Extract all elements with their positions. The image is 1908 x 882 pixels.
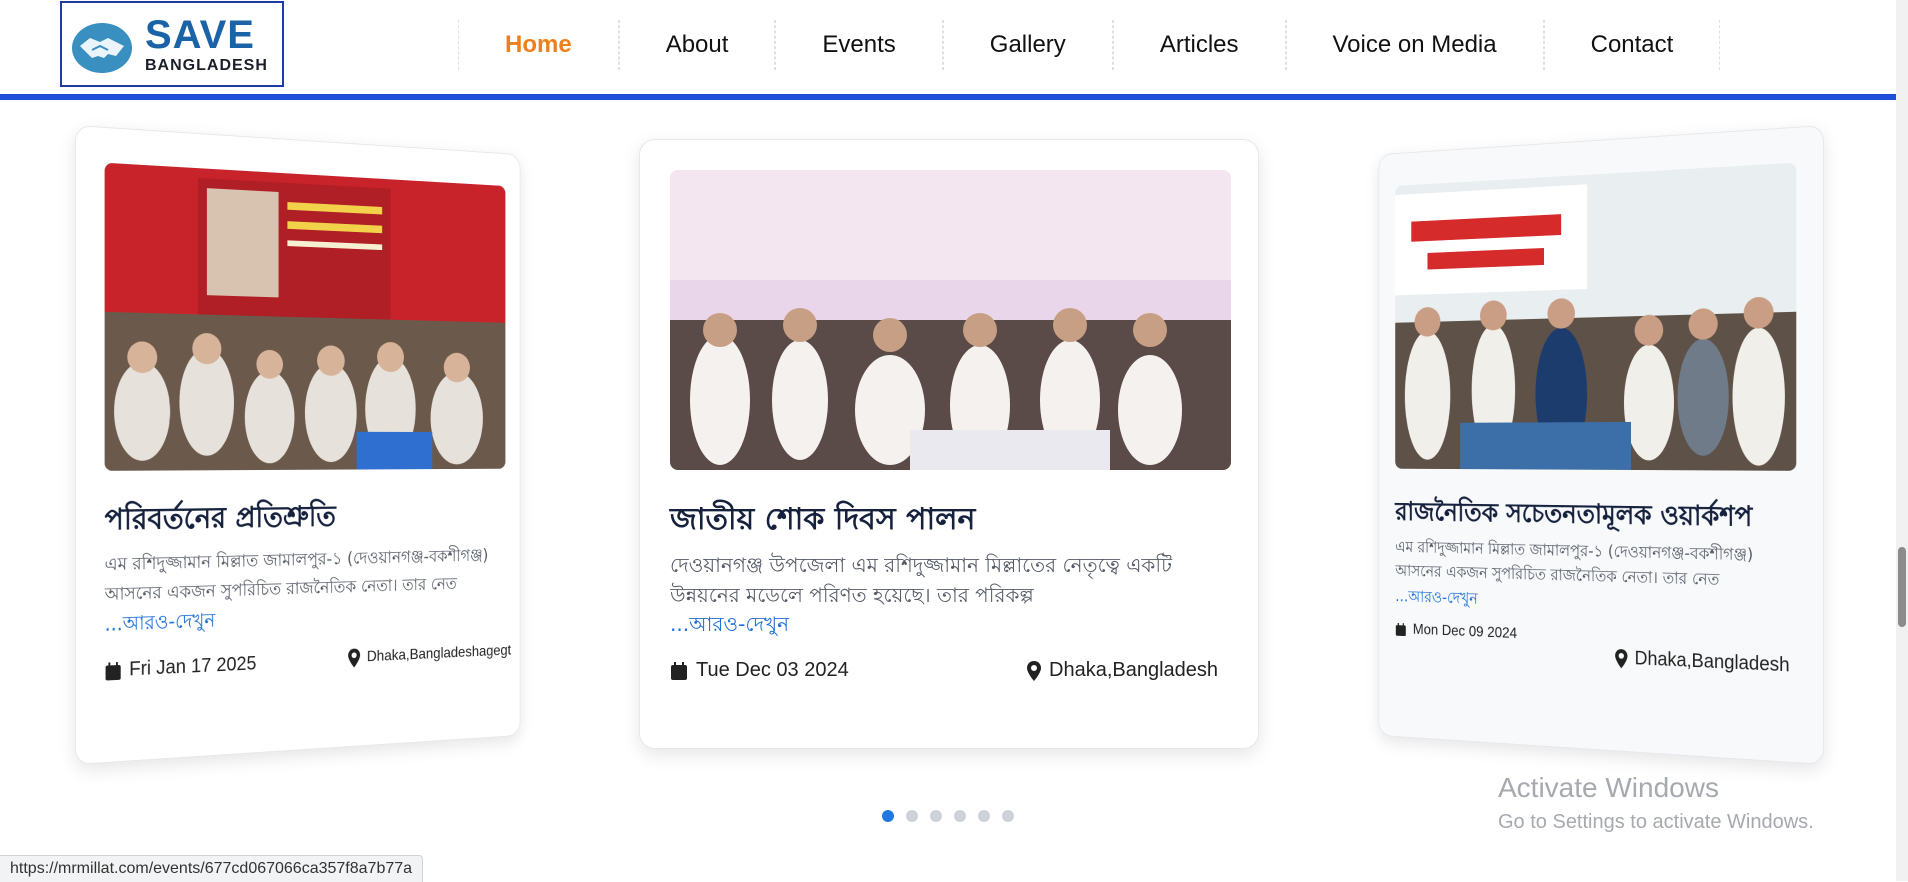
event-description: এম রশিদুজ্জামান মিল্লাত জামালপুর-১ (দেওয… (104, 545, 489, 606)
event-card[interactable]: পরিবর্তনের প্রতিশ্রুতি এম রশিদুজ্জামান ম… (75, 125, 521, 765)
event-title[interactable]: পরিবর্তনের প্রতিশ্রুতি (105, 493, 336, 546)
event-card[interactable]: রাজনৈতিক সচেতনতামূলক ওয়ার্কশপ এম রশিদুজ… (1378, 125, 1824, 765)
event-date: Mon Dec 09 2024 (1395, 621, 1517, 643)
read-more-link[interactable]: ...আরও-দেখুন (1395, 585, 1477, 614)
location-pin-icon (1615, 648, 1628, 669)
scrollbar-thumb[interactable] (1898, 547, 1906, 627)
nav-voice-on-media[interactable]: Voice on Media (1285, 20, 1544, 70)
event-date: Fri Jan 17 2025 (105, 652, 257, 683)
logo-subtitle: BANGLADESH (145, 57, 268, 74)
event-image (104, 162, 506, 471)
carousel-pagination (882, 810, 1014, 822)
carousel-dot[interactable] (954, 810, 966, 822)
carousel-dot[interactable] (930, 810, 942, 822)
location-pin-icon (1027, 660, 1041, 681)
event-location: Dhaka,Bangladeshagegt (348, 642, 511, 668)
read-more-link[interactable]: ...আরও-দেখুন (105, 606, 215, 643)
nav-contact[interactable]: Contact (1543, 20, 1721, 70)
logo-title: SAVE (145, 13, 255, 57)
event-location-text: Dhaka,Bangladesh (1634, 647, 1790, 677)
calendar-icon (1395, 622, 1406, 637)
site-header: SAVE BANGLADESH Home About Events Galler… (0, 0, 1896, 97)
event-location: Dhaka,Bangladesh (1027, 659, 1218, 682)
header-divider (0, 94, 1896, 100)
calendar-icon (105, 661, 121, 681)
event-card[interactable]: জাতীয় শোক দিবস পালন দেওয়ানগঞ্জ উপজেলা … (639, 139, 1259, 749)
site-logo[interactable]: SAVE BANGLADESH (60, 1, 284, 87)
event-location-text: Dhaka,Bangladeshagegt (366, 642, 512, 666)
handshake-icon (72, 23, 132, 73)
carousel-dot[interactable] (978, 810, 990, 822)
event-image (1395, 162, 1797, 471)
nav-articles[interactable]: Articles (1112, 20, 1286, 70)
nav-events[interactable]: Events (775, 20, 943, 70)
calendar-icon (671, 661, 687, 680)
nav-gallery[interactable]: Gallery (942, 20, 1113, 70)
event-date-text: Fri Jan 17 2025 (129, 652, 257, 681)
activation-watermark-subtitle: Go to Settings to activate Windows. (1498, 811, 1814, 833)
carousel-dot[interactable] (1002, 810, 1014, 822)
page-scrollbar[interactable] (1896, 0, 1908, 881)
main-nav: Home About Events Gallery Articles Voice… (458, 20, 1721, 72)
carousel-dot[interactable] (906, 810, 918, 822)
event-title[interactable]: রাজনৈতিক সচেতনতামূলক ওয়ার্কশপ (1395, 492, 1752, 542)
event-title[interactable]: জাতীয় শোক দিবস পালন (670, 495, 975, 546)
event-description: দেওয়ানগঞ্জ উপজেলা এম রশিদুজ্জামান মিল্ল… (670, 553, 1173, 607)
event-image (670, 170, 1231, 470)
link-status-bar: https://mrmillat.com/events/677cd067066c… (0, 855, 424, 882)
event-location-text: Dhaka,Bangladesh (1049, 659, 1219, 681)
nav-home[interactable]: Home (458, 20, 619, 70)
event-date-text: Tue Dec 03 2024 (696, 659, 849, 681)
nav-about[interactable]: About (618, 20, 776, 70)
carousel-dot[interactable] (882, 810, 894, 822)
event-location: Dhaka,Bangladesh (1615, 647, 1790, 677)
read-more-link[interactable]: ...আরও-দেখুন (670, 610, 789, 643)
event-date: Tue Dec 03 2024 (670, 659, 849, 682)
activation-watermark-title: Activate Windows (1498, 772, 1719, 803)
event-date-text: Mon Dec 09 2024 (1412, 621, 1518, 642)
location-pin-icon (348, 648, 361, 668)
